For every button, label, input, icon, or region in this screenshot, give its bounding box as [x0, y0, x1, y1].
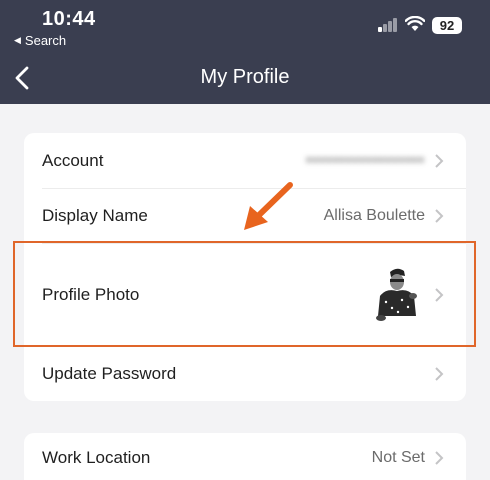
wifi-icon — [405, 16, 425, 31]
status-time: 10:44 — [42, 8, 96, 30]
chevron-right-icon — [435, 209, 444, 223]
annotation-arrow-icon — [244, 182, 293, 230]
signal-icon — [378, 18, 400, 32]
display-name-value: Allisa Boulette — [323, 207, 425, 224]
update-password-row[interactable]: Update Password — [24, 347, 466, 401]
work-location-value: Not Set — [371, 449, 425, 466]
chevron-right-icon — [435, 153, 444, 168]
back-triangle-icon: ◀ — [14, 35, 21, 45]
chevron-right-icon — [435, 288, 444, 302]
profile-photo-row[interactable]: Profile Photo — [24, 244, 466, 346]
work-settings-card: Work Location Not Set — [24, 433, 466, 480]
work-location-label: Work Location — [42, 448, 151, 467]
display-name-label: Display Name — [42, 206, 148, 225]
battery-icon: 92 — [432, 17, 462, 34]
profile-settings-card: Account •••••••••••••••••• Display Name … — [24, 133, 466, 401]
work-location-row[interactable]: Work Location Not Set — [24, 433, 466, 480]
chevron-right-icon — [435, 451, 444, 465]
account-value: •••••••••••••••••• — [306, 151, 425, 169]
update-password-label: Update Password — [42, 364, 177, 383]
account-label: Account — [42, 150, 104, 170]
back-to-app-link[interactable]: ◀ Search — [14, 33, 66, 48]
header: 10:44 ◀ Search 92 My Profile — [0, 0, 490, 104]
chevron-right-icon — [435, 367, 444, 381]
profile-photo-avatar[interactable] — [372, 266, 422, 324]
profile-photo-label: Profile Photo — [42, 285, 140, 304]
page-title: My Profile — [200, 66, 290, 88]
back-app-label: Search — [24, 33, 67, 48]
